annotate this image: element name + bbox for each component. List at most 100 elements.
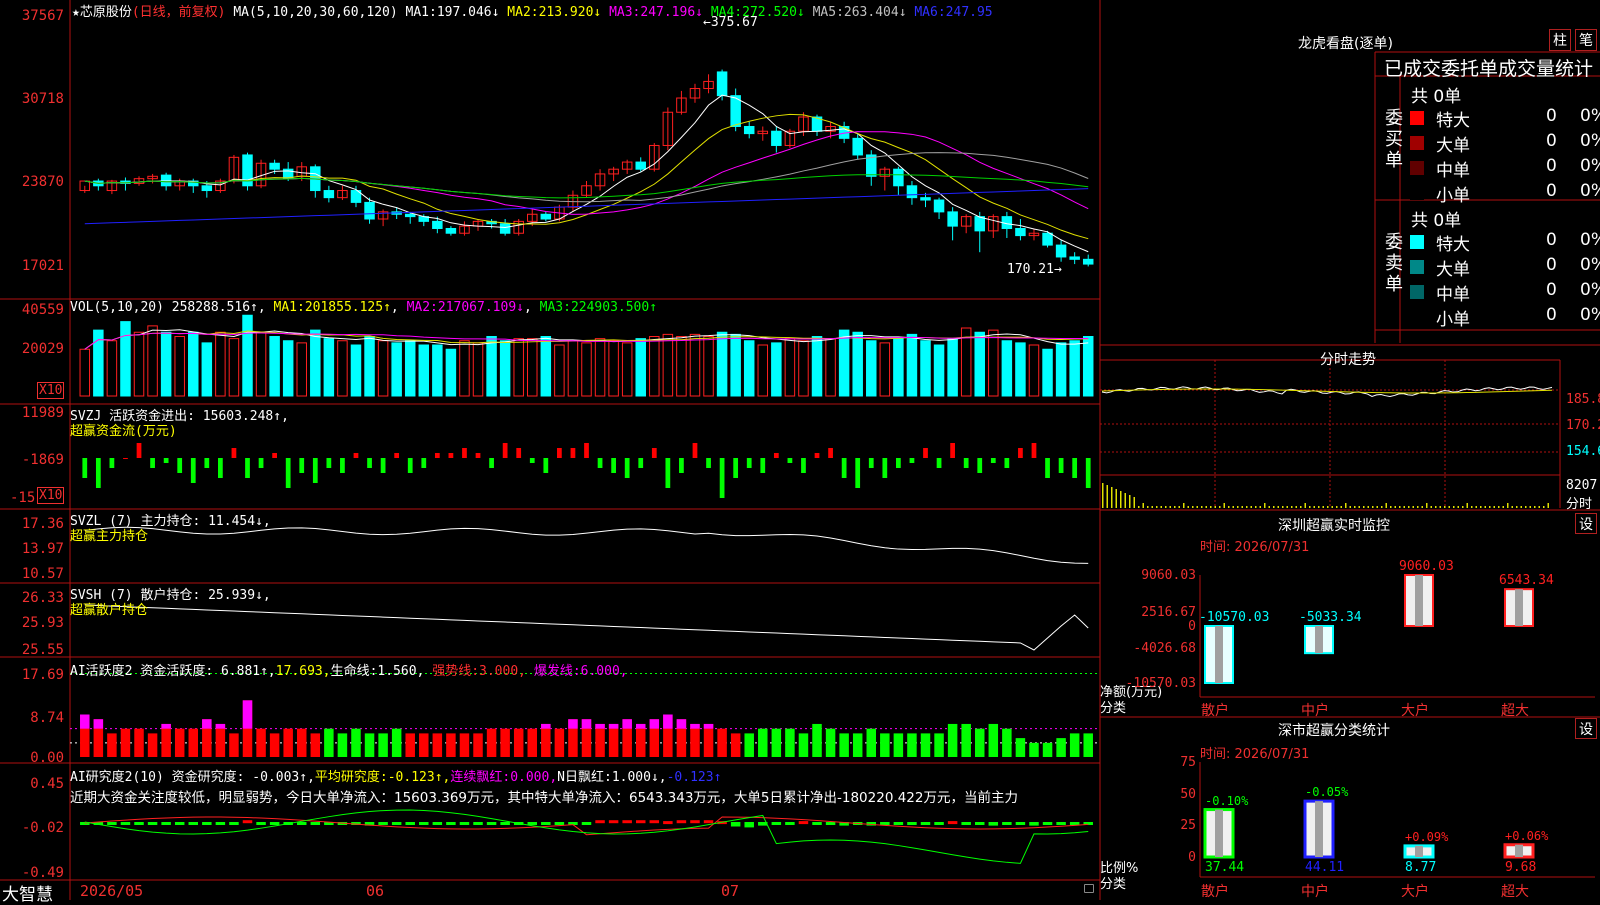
ai2-bar	[541, 822, 551, 825]
svzj-bar	[896, 458, 901, 468]
volume-bar	[730, 333, 741, 397]
svzj-bar	[882, 458, 888, 478]
stats-category: 散户	[1201, 884, 1229, 900]
intraday-title[interactable]: 分时走势	[1320, 349, 1376, 369]
svzj-bar	[502, 443, 508, 458]
intraday-volume-bar	[1228, 506, 1230, 508]
monitor-settings-button[interactable]: 设	[1575, 513, 1597, 534]
ai1-bar	[717, 728, 727, 757]
ai1-bar	[988, 723, 999, 757]
intraday-volume-bar	[1237, 506, 1239, 508]
buy-row-color-swatch	[1410, 111, 1424, 125]
ai1-life-value: 1.560,	[377, 664, 425, 679]
ai2-bar	[1029, 822, 1039, 826]
intraday-volume-bar	[1547, 503, 1549, 508]
svzj-bar	[82, 458, 88, 478]
ai1-bar	[161, 723, 171, 757]
intraday-volume-bar	[1331, 506, 1333, 508]
intraday-volume-bar	[1381, 506, 1383, 508]
volume-bar	[893, 338, 904, 397]
ai1-bar	[1069, 733, 1080, 757]
volume-bar	[649, 336, 660, 397]
ai2-bar	[215, 822, 226, 825]
ai1-bar	[269, 733, 280, 757]
stats-settings-button[interactable]: 设	[1575, 718, 1597, 739]
intraday-volume-bar	[1435, 506, 1437, 508]
volume-bar	[716, 331, 728, 397]
ai1-bar	[825, 728, 836, 757]
intraday-volume-bar	[1277, 506, 1279, 508]
ai1-bar-top	[649, 719, 660, 729]
tick-view-button[interactable]: 笔	[1575, 29, 1597, 51]
lock-icon[interactable]	[1084, 884, 1094, 893]
monitor-tick: -4026.68	[1133, 640, 1196, 656]
svzj-bar	[312, 458, 318, 483]
low-price-label: 170.21→	[1007, 262, 1062, 277]
ma1-value: 197.046↓	[436, 5, 500, 20]
svzj-value: 15603.248↑,	[202, 409, 289, 424]
volume-bar	[310, 329, 321, 397]
app-brand: 大智慧	[2, 885, 53, 905]
stats-time: 时间: 2026/07/31	[1200, 747, 1310, 762]
intraday-volume-bar	[1529, 506, 1531, 508]
ai2-bar	[730, 822, 741, 827]
ai2-bar	[825, 822, 836, 825]
bar-view-button[interactable]: 柱	[1549, 29, 1571, 51]
candle-body	[1015, 227, 1026, 237]
intraday-volume-bar	[1219, 506, 1221, 508]
candle-body	[1082, 258, 1094, 265]
intraday-volume-bar	[1457, 506, 1459, 508]
svsh-subtitle: 超赢散户持仓	[70, 603, 149, 618]
intraday-volume-bar	[1291, 506, 1293, 508]
volume-bar	[621, 342, 633, 397]
svsh-tick-3: 25.55	[21, 642, 64, 658]
volume-bar	[79, 348, 91, 397]
ai1-bar	[1015, 738, 1026, 757]
ai2-green-line	[84, 809, 1089, 864]
intraday-volume-bar	[1313, 506, 1315, 508]
volume-bar	[743, 340, 755, 397]
volume-bar	[120, 321, 131, 397]
ai1-bar-top	[622, 719, 632, 729]
ai2-header: AI研究度2(10) 资金研究度: -0.003↑,平均研究度:-0.123↑,…	[70, 766, 721, 785]
ai1-bar-top	[93, 719, 104, 729]
volume-bar	[445, 348, 457, 397]
sell-row-name: 小单	[1436, 310, 1470, 330]
favorite-star-icon[interactable]: ★	[72, 5, 80, 20]
ai1-bar	[391, 728, 402, 757]
ai1-title: AI活跃度2	[70, 664, 133, 679]
ai1-bar	[324, 728, 334, 757]
candle-body	[201, 185, 213, 192]
ai1-life-label: 生命线:	[330, 664, 378, 679]
chart-mode[interactable]: (日线，前复权)	[132, 5, 226, 20]
volume-bar	[608, 340, 619, 397]
ai1-bar	[527, 728, 538, 757]
ai1-bar	[961, 723, 971, 757]
intraday-volume-bar	[1102, 483, 1104, 508]
ai1-bar	[473, 733, 483, 757]
svsh-label: 散户持仓:	[140, 588, 201, 603]
svsh-tick-2: 25.93	[21, 615, 64, 631]
ai2-bar	[405, 822, 415, 825]
candle-body	[404, 213, 416, 218]
ai1-bar	[812, 723, 822, 757]
volume-bar	[567, 340, 579, 397]
stats-tick: 75	[1180, 755, 1196, 770]
svzj-bar	[163, 458, 169, 463]
svzj-bar	[679, 458, 684, 473]
vol-ma3-value: 224903.500↑	[570, 300, 658, 315]
ai1-bar	[215, 723, 226, 757]
vol-ma1-label: MA1:	[273, 300, 305, 315]
buy-row-color-swatch	[1410, 161, 1424, 175]
svzj-bar	[299, 458, 305, 473]
ma-line-2	[84, 113, 1089, 240]
intraday-volume-bar	[1502, 506, 1504, 508]
volume-bar	[174, 336, 185, 397]
svzj-bar	[231, 448, 237, 458]
svzj-bar	[557, 448, 562, 458]
candle-body	[974, 216, 985, 232]
svzl-line	[84, 526, 1089, 564]
monitor-category: 散户	[1201, 703, 1229, 719]
sell-row-pct: 0%	[1580, 230, 1600, 250]
ma2-value: 213.920↓	[538, 5, 602, 20]
